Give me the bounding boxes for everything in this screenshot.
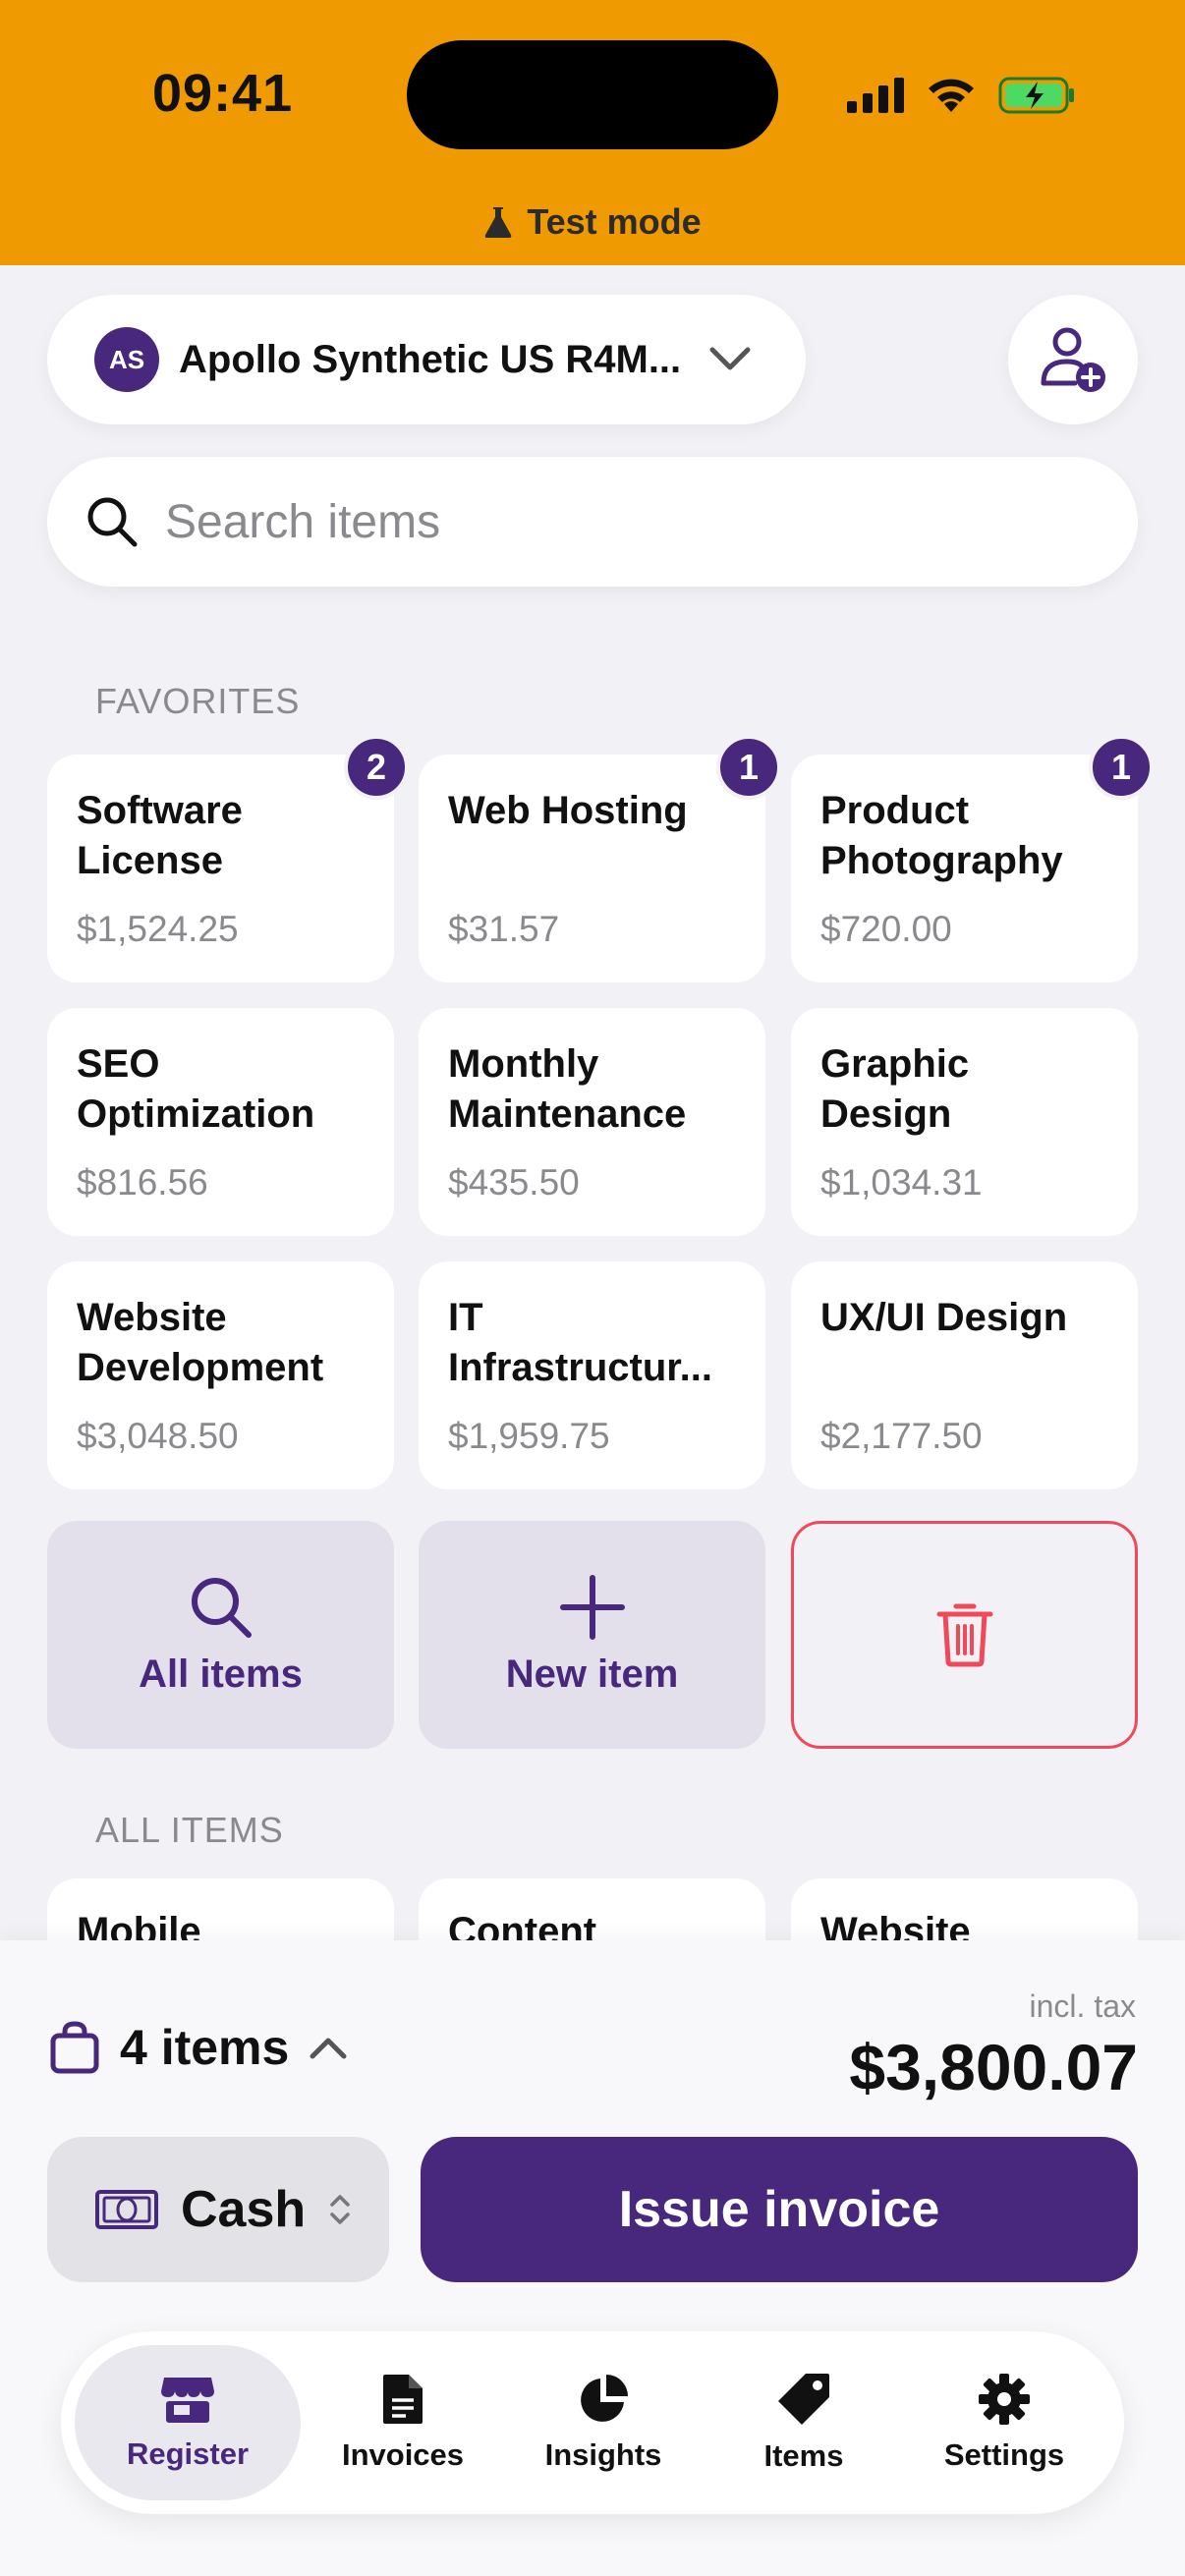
flask-icon [485, 207, 512, 238]
item-price: $435.50 [448, 1162, 580, 1203]
shopping-bag-icon [50, 2021, 99, 2074]
tab-label: Invoices [341, 2437, 465, 2472]
tab-label: Register [126, 2436, 250, 2471]
item-price: $3,048.50 [77, 1416, 239, 1456]
all-items-button[interactable]: All items [47, 1521, 394, 1749]
favorite-item-tile[interactable]: Website Development $3,048.50 [47, 1261, 394, 1489]
pie-chart-icon [581, 2375, 628, 2422]
chevron-up-down-icon [330, 2195, 350, 2224]
wifi-icon [929, 79, 974, 112]
payment-method-label: Cash [181, 2181, 307, 2238]
store-icon [161, 2378, 214, 2423]
search-icon [87, 497, 138, 547]
dynamic-island [407, 40, 778, 149]
chevron-down-icon [709, 347, 751, 370]
favorite-item-tile[interactable]: UX/UI Design $2,177.50 [791, 1261, 1138, 1489]
new-item-button[interactable]: New item [419, 1521, 765, 1749]
battery-charging-icon [998, 77, 1074, 114]
item-name: IT Infrastructur... [448, 1296, 712, 1389]
item-name: Monthly Maintenance [448, 1042, 687, 1136]
tab-register[interactable]: Register [75, 2345, 301, 2500]
add-customer-button[interactable] [1008, 295, 1138, 424]
test-mode-indicator: Test mode [0, 201, 1185, 243]
trash-icon [936, 1603, 992, 1667]
item-name: Software License [77, 789, 243, 882]
cellular-signal-icon [847, 78, 904, 113]
cart-total: $3,800.07 [849, 2031, 1138, 2103]
item-quantity-badge: 1 [716, 735, 781, 800]
item-quantity-badge: 1 [1089, 735, 1154, 800]
add-user-icon [1041, 327, 1105, 392]
status-icons [847, 71, 1077, 120]
document-icon [383, 2375, 423, 2424]
favorite-item-tile[interactable]: Monthly Maintenance $435.50 [419, 1008, 765, 1236]
item-price: $31.57 [448, 909, 560, 949]
cash-icon [95, 2190, 158, 2229]
item-name: UX/UI Design [820, 1296, 1068, 1339]
delete-favorites-button[interactable] [791, 1521, 1138, 1749]
tag-icon [778, 2374, 829, 2425]
tab-items[interactable]: Items [715, 2345, 892, 2500]
item-name: Website Development [77, 1296, 324, 1389]
item-price: $1,034.31 [820, 1162, 983, 1203]
item-name: Web Hosting [448, 789, 688, 832]
item-price: $816.56 [77, 1162, 208, 1203]
tab-label: Insights [544, 2437, 662, 2472]
payment-method-selector[interactable]: Cash [47, 2137, 389, 2282]
tab-settings[interactable]: Settings [906, 2345, 1102, 2500]
item-quantity-badge: 2 [344, 735, 409, 800]
search-input[interactable] [165, 494, 1049, 549]
item-price: $720.00 [820, 909, 952, 949]
favorite-item-tile[interactable]: SEO Optimization $816.56 [47, 1008, 394, 1236]
favorite-item-tile[interactable]: Software License $1,524.25 [47, 755, 394, 982]
tab-invoices[interactable]: Invoices [314, 2345, 491, 2500]
favorites-section-label: FAVORITES [95, 681, 301, 721]
status-time: 09:41 [152, 64, 294, 123]
item-name: Graphic Design [820, 1042, 970, 1136]
tab-label: Items [763, 2438, 844, 2473]
search-icon [191, 1577, 252, 1638]
item-price: $2,177.50 [820, 1416, 983, 1456]
item-price: $1,524.25 [77, 909, 239, 949]
account-avatar: AS [94, 327, 159, 392]
account-name: Apollo Synthetic US R4M... [179, 337, 682, 381]
chevron-up-icon [310, 2038, 347, 2059]
tab-bar: Register Invoices Insights Items Setting… [61, 2331, 1124, 2514]
gear-icon [979, 2374, 1030, 2425]
issue-invoice-button[interactable]: Issue invoice [421, 2137, 1138, 2282]
favorite-item-tile[interactable]: IT Infrastructur... $1,959.75 [419, 1261, 765, 1489]
account-selector[interactable]: AS Apollo Synthetic US R4M... [47, 295, 806, 424]
favorite-item-tile[interactable]: Product Photography $720.00 [791, 755, 1138, 982]
incl-tax-label: incl. tax [1029, 1988, 1136, 2024]
all-items-label: All items [139, 1652, 303, 1696]
item-price: $1,959.75 [448, 1416, 610, 1456]
new-item-label: New item [505, 1652, 679, 1696]
item-name: SEO Optimization [77, 1042, 315, 1136]
all-items-section-label: ALL ITEMS [95, 1810, 284, 1850]
plus-icon [559, 1574, 625, 1640]
cart-item-count: 4 items [120, 2020, 290, 2075]
tab-insights[interactable]: Insights [505, 2345, 702, 2500]
cart-toggle[interactable]: 4 items [49, 2019, 348, 2076]
tab-label: Settings [943, 2437, 1065, 2472]
test-mode-label: Test mode [527, 201, 702, 242]
favorite-item-tile[interactable]: Graphic Design $1,034.31 [791, 1008, 1138, 1236]
item-name: Product Photography [820, 789, 1063, 882]
favorite-item-tile[interactable]: Web Hosting $31.57 [419, 755, 765, 982]
search-bar[interactable] [47, 457, 1138, 587]
